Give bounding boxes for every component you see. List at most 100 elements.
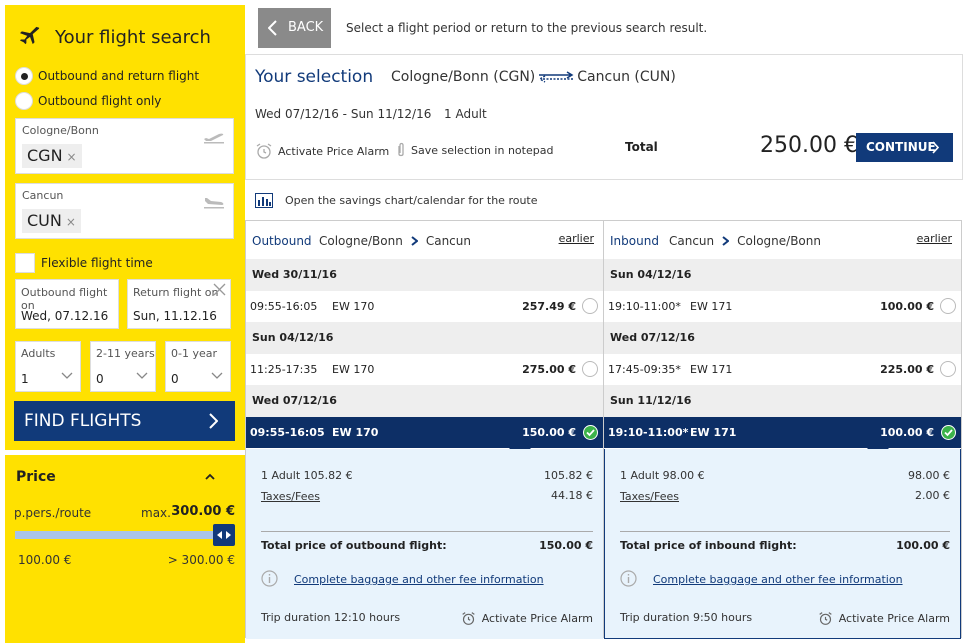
save-notepad-link[interactable]: Save selection in notepad (396, 142, 553, 158)
flight-radio[interactable] (582, 298, 598, 314)
outbound-day-header: Wed 30/11/16 (246, 259, 603, 291)
adults-value: 1 (21, 372, 29, 386)
outbound-header: Outbound Cologne/Bonn Cancun earlier (246, 221, 603, 259)
inbound-taxes-link[interactable]: Taxes/Fees (620, 490, 679, 503)
price-range-min: 100.00 € (18, 553, 72, 567)
departure-airport-field[interactable]: Cologne/Bonn CGN × (15, 118, 234, 174)
inbound-flight-row-selected[interactable]: 19:10-11:00* EW 171 100.00 € (604, 417, 961, 459)
flight-price: 100.00 € (880, 426, 934, 439)
airplane-icon (19, 25, 41, 50)
chevron-right-icon (932, 141, 939, 154)
chevron-down-icon (211, 372, 223, 379)
return-date-field[interactable]: Return flight on Sun, 11.12.16 (127, 279, 231, 329)
infants-select[interactable]: 0-1 year 0 (165, 341, 231, 392)
outbound-total-value: 150.00 € (539, 539, 593, 552)
outbound-date-value: Wed, 07.12.16 (21, 309, 109, 323)
info-icon (261, 570, 278, 587)
outbound-from: Cologne/Bonn (319, 234, 403, 248)
outbound-route: Cologne/Bonn Cancun (319, 234, 471, 248)
flexible-time-checkbox[interactable] (15, 253, 35, 273)
inbound-price-alarm-label: Activate Price Alarm (838, 612, 950, 625)
outbound-earlier-link[interactable]: earlier (559, 232, 594, 245)
inbound-total-label: Total price of inbound flight: (620, 539, 797, 552)
outbound-day-header: Wed 07/12/16 (246, 385, 603, 417)
continue-button[interactable]: CONTINUE (856, 133, 953, 162)
departure-chip-clear-icon[interactable]: × (67, 150, 77, 164)
back-button[interactable]: BACK (258, 8, 331, 48)
outbound-date-field[interactable]: Outbound flight on Wed, 07.12.16 (15, 279, 119, 329)
infants-label: 0-1 year (171, 347, 218, 360)
flight-number: EW 171 (690, 363, 733, 376)
departure-airport-label: Cologne/Bonn (22, 124, 99, 137)
savings-chart-link[interactable]: Open the savings chart/calendar for the … (255, 193, 538, 208)
flight-price: 100.00 € (880, 300, 934, 313)
activate-price-alarm-label: Activate Price Alarm (278, 144, 390, 158)
paperclip-icon (398, 142, 404, 157)
inbound-column: Inbound Cancun Cologne/Bonn earlier Sun … (603, 220, 962, 639)
return-date-label: Return flight on (133, 286, 219, 299)
inbound-baggage-link[interactable]: Complete baggage and other fee informati… (653, 573, 903, 586)
inbound-flight-row[interactable]: 19:10-11:00* EW 171 100.00 € (604, 291, 961, 322)
flight-radio[interactable] (582, 361, 598, 377)
chevron-right-icon (722, 236, 730, 246)
outbound-price-alarm-link[interactable]: Activate Price Alarm (461, 611, 593, 626)
radio-outbound-only[interactable]: Outbound flight only (15, 92, 161, 110)
departure-airport-chip[interactable]: CGN × (22, 144, 82, 168)
flight-time: 11:25-17:35 (250, 363, 318, 376)
outbound-adult-line: 1 Adult 105.82 € (261, 469, 353, 482)
arrival-airport-label: Cancun (22, 189, 64, 202)
outbound-duration: Trip duration 12:10 hours (261, 611, 401, 624)
return-date-value: Sun, 11.12.16 (133, 309, 217, 323)
outbound-flight-row-selected[interactable]: 09:55-16:05 EW 170 150.00 € (246, 417, 603, 459)
savings-chart-label: Open the savings chart/calendar for the … (285, 194, 538, 207)
arrival-airport-field[interactable]: Cancun CUN × (15, 183, 234, 239)
outbound-to: Cancun (425, 234, 471, 248)
chevron-up-icon[interactable] (205, 473, 215, 480)
radio-outbound-return-dot[interactable] (15, 67, 33, 85)
inbound-flight-row[interactable]: 17:45-09:35* EW 171 225.00 € (604, 354, 961, 385)
inbound-adult-line: 1 Adult 98.00 € (620, 469, 705, 482)
inbound-from: Cancun (669, 234, 715, 248)
flexible-time-label: Flexible flight time (41, 256, 153, 270)
flight-time: 19:10-11:00* (608, 426, 689, 439)
price-per-route-label: p.pers./route (14, 506, 92, 520)
arrival-airport-chip[interactable]: CUN × (22, 209, 81, 233)
inbound-earlier-link[interactable]: earlier (917, 232, 952, 245)
find-flights-label: FIND FLIGHTS (24, 411, 142, 431)
activate-price-alarm-link[interactable]: Activate Price Alarm (255, 142, 389, 160)
find-flights-button[interactable]: FIND FLIGHTS (14, 401, 235, 441)
adults-label: Adults (21, 347, 56, 360)
flight-number: EW 170 (332, 426, 379, 439)
total-price: 250.00 € (760, 133, 858, 158)
radio-outbound-return[interactable]: Outbound and return flight (15, 67, 199, 85)
chevron-right-icon (411, 236, 418, 246)
inbound-total-value: 100.00 € (896, 539, 950, 552)
takeoff-icon (203, 129, 225, 144)
inbound-day-header: Sun 11/12/16 (604, 385, 961, 417)
check-circle-icon (583, 425, 598, 440)
outbound-taxes-value: 44.18 € (551, 489, 593, 502)
clear-return-date-icon[interactable] (213, 283, 226, 300)
outbound-taxes-link[interactable]: Taxes/Fees (261, 490, 320, 503)
inbound-price-alarm-link[interactable]: Activate Price Alarm (818, 611, 950, 626)
price-slider-track[interactable] (15, 531, 230, 539)
outbound-column: Outbound Cologne/Bonn Cancun earlier Wed… (245, 220, 604, 639)
children-label: 2-11 years (96, 347, 155, 360)
flight-radio[interactable] (940, 298, 956, 314)
outbound-baggage-link[interactable]: Complete baggage and other fee informati… (294, 573, 544, 586)
adults-select[interactable]: Adults 1 (15, 341, 81, 392)
children-select[interactable]: 2-11 years 0 (90, 341, 156, 392)
back-hint-text: Select a flight period or return to the … (346, 21, 708, 35)
chevron-down-icon (136, 372, 148, 379)
price-filter-title: Price (16, 469, 56, 485)
flight-radio[interactable] (940, 361, 956, 377)
price-slider-handle[interactable] (213, 524, 235, 546)
outbound-flight-row[interactable]: 11:25-17:35 EW 170 275.00 € (246, 354, 603, 385)
radio-outbound-only-dot[interactable] (15, 92, 33, 110)
arrival-chip-clear-icon[interactable]: × (66, 215, 76, 229)
outbound-flight-row[interactable]: 09:55-16:05 EW 170 257.49 € (246, 291, 603, 322)
flight-number: EW 170 (332, 363, 375, 376)
selection-dates: Wed 07/12/16 - Sun 11/12/16 (255, 107, 432, 121)
flexible-time-option[interactable]: Flexible flight time (15, 253, 153, 273)
radio-outbound-only-label: Outbound flight only (38, 94, 162, 108)
